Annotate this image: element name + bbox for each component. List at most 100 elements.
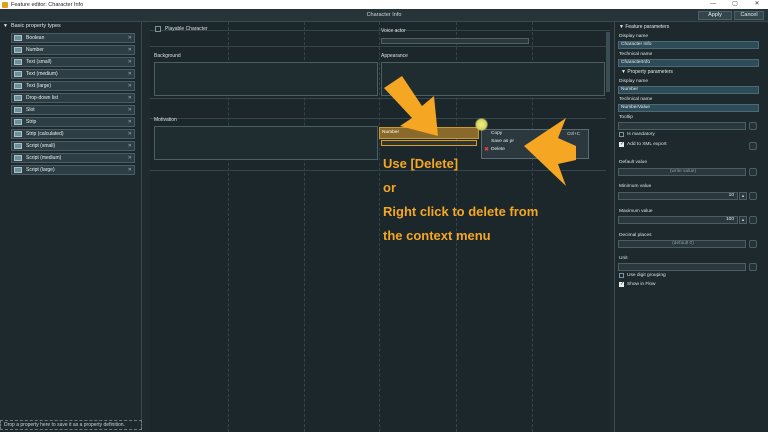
remove-icon[interactable]: ✕ xyxy=(128,47,132,53)
editor-topbar: Character Info Apply Cancel xyxy=(0,9,768,22)
remove-icon[interactable]: ✕ xyxy=(128,35,132,41)
voice-actor-label: Voice actor xyxy=(381,28,406,34)
property-type-item[interactable]: Strip (calculated) ✕ xyxy=(11,129,135,139)
property-type-item[interactable]: Number ✕ xyxy=(11,45,135,55)
remove-icon[interactable]: ✕ xyxy=(128,59,132,65)
maximum-side-button[interactable] xyxy=(749,216,757,224)
scrollbar-thumb[interactable] xyxy=(606,32,610,92)
property-type-item[interactable]: Slot ✕ xyxy=(11,105,135,115)
property-type-label: Drop-down list xyxy=(26,95,58,101)
technical-name-label: Technical name xyxy=(619,52,653,57)
minimum-side-button[interactable] xyxy=(749,192,757,200)
parameters-panel: ▼ Feature parameters Display name Charac… xyxy=(614,22,768,432)
apply-button[interactable]: Apply xyxy=(698,11,732,20)
prop-display-name-label: Display name xyxy=(619,79,649,84)
background-textarea[interactable] xyxy=(154,62,378,96)
close-icon[interactable]: ✕ xyxy=(746,0,768,9)
add-to-xml-checkbox[interactable] xyxy=(619,141,624,147)
unit-input[interactable] xyxy=(618,263,746,271)
status-drop-hint: Drop a property here to save it as a pro… xyxy=(0,420,142,430)
remove-icon[interactable]: ✕ xyxy=(128,83,132,89)
canvas-scrollbar[interactable] xyxy=(606,32,610,420)
tooltip-input[interactable] xyxy=(618,122,746,130)
show-in-flow-row[interactable]: Show in Flow xyxy=(619,281,656,287)
feature-parameters-header[interactable]: ▼ Feature parameters xyxy=(619,24,669,30)
template-canvas[interactable]: Playable Character Voice actor Backgroun… xyxy=(150,22,610,432)
remove-icon[interactable]: ✕ xyxy=(128,155,132,161)
cancel-button[interactable]: Cancel xyxy=(734,11,764,20)
property-type-item[interactable]: Script (small) ✕ xyxy=(11,141,135,151)
remove-icon[interactable]: ✕ xyxy=(128,95,132,101)
property-type-item[interactable]: Text (large) ✕ xyxy=(11,81,135,91)
window-controls: — ▢ ✕ xyxy=(702,0,768,9)
decimal-places-input[interactable]: (default 0) xyxy=(618,240,746,248)
unit-side-button[interactable] xyxy=(749,263,757,271)
property-type-item[interactable]: Script (large) ✕ xyxy=(11,165,135,175)
decimal-side-button[interactable] xyxy=(749,240,757,248)
is-mandatory-row[interactable]: Is mandatory xyxy=(619,132,655,137)
property-type-icon xyxy=(14,95,22,101)
show-in-flow-checkbox[interactable] xyxy=(619,281,624,287)
prop-technical-name-label: Technical name xyxy=(619,97,653,102)
minimize-icon[interactable]: — xyxy=(702,0,724,9)
minimum-value-input[interactable]: 10 xyxy=(618,192,738,200)
use-digit-grouping-row[interactable]: Use digit grouping xyxy=(619,273,666,278)
tooltip-label: Tooltip xyxy=(619,115,633,120)
xml-side-button[interactable] xyxy=(749,142,757,150)
unit-label: Unit xyxy=(619,256,628,261)
motivation-textarea[interactable] xyxy=(154,126,378,160)
remove-icon[interactable]: ✕ xyxy=(128,71,132,77)
use-digit-grouping-checkbox[interactable] xyxy=(619,273,624,278)
is-mandatory-checkbox[interactable] xyxy=(619,132,624,137)
property-type-label: Script (medium) xyxy=(26,155,62,161)
voice-actor-input[interactable] xyxy=(381,38,529,44)
property-type-label: Text (large) xyxy=(26,83,52,89)
property-type-item[interactable]: Text (small) ✕ xyxy=(11,57,135,67)
default-value-side-button[interactable] xyxy=(749,168,757,176)
default-value-label: Default value xyxy=(619,160,647,165)
property-type-icon xyxy=(14,107,22,113)
number-field-input[interactable] xyxy=(381,140,477,146)
property-type-item[interactable]: Drop-down list ✕ xyxy=(11,93,135,103)
property-type-icon xyxy=(14,35,22,41)
delete-icon: ✖ xyxy=(484,147,490,153)
property-type-label: Script (small) xyxy=(26,143,56,149)
prop-display-name-input[interactable]: Number xyxy=(618,86,759,94)
property-parameters-header[interactable]: ▼ Property parameters xyxy=(621,69,673,75)
maximum-spinner[interactable]: ▲ xyxy=(739,216,747,224)
appearance-label: Appearance xyxy=(381,53,408,59)
default-value-input[interactable]: (write value) xyxy=(618,168,746,176)
maximum-value-input[interactable]: 100 xyxy=(618,216,738,224)
maximize-icon[interactable]: ▢ xyxy=(724,0,746,9)
chevron-down-icon[interactable]: ▼ xyxy=(3,22,8,31)
remove-icon[interactable]: ✕ xyxy=(128,167,132,173)
property-type-item[interactable]: Script (medium) ✕ xyxy=(11,153,135,163)
property-type-label: Text (medium) xyxy=(26,71,58,77)
property-type-icon xyxy=(14,131,22,137)
motivation-label: Motivation xyxy=(154,117,177,123)
minimum-spinner[interactable]: ▲ xyxy=(739,192,747,200)
property-type-icon xyxy=(14,83,22,89)
playable-character-checkbox[interactable] xyxy=(155,26,161,32)
remove-icon[interactable]: ✕ xyxy=(128,119,132,125)
annotation-line-2: or xyxy=(383,180,396,195)
property-type-item[interactable]: Boolean ✕ xyxy=(11,33,135,43)
tooltip-edit-button[interactable] xyxy=(749,122,757,130)
technical-name-input[interactable]: CharacterInfo xyxy=(618,59,759,67)
remove-icon[interactable]: ✕ xyxy=(128,107,132,113)
property-type-icon xyxy=(14,71,22,77)
playable-character-label: Playable Character xyxy=(165,26,208,32)
prop-technical-name-input[interactable]: NumberValue xyxy=(618,104,759,112)
display-name-input[interactable]: Character Info xyxy=(618,41,759,49)
basic-property-types-header[interactable]: ▼ Basic property types xyxy=(0,22,141,31)
property-type-icon xyxy=(14,59,22,65)
display-name-label: Display name xyxy=(619,34,649,39)
remove-icon[interactable]: ✕ xyxy=(128,131,132,137)
property-type-item[interactable]: Text (medium) ✕ xyxy=(11,69,135,79)
remove-icon[interactable]: ✕ xyxy=(128,143,132,149)
property-type-item[interactable]: Strip ✕ xyxy=(11,117,135,127)
maximum-value-label: Maximum value xyxy=(619,209,653,214)
add-to-xml-row[interactable]: Add to XML export xyxy=(619,141,667,147)
property-type-icon xyxy=(14,155,22,161)
mouse-cursor-highlight xyxy=(475,118,488,131)
